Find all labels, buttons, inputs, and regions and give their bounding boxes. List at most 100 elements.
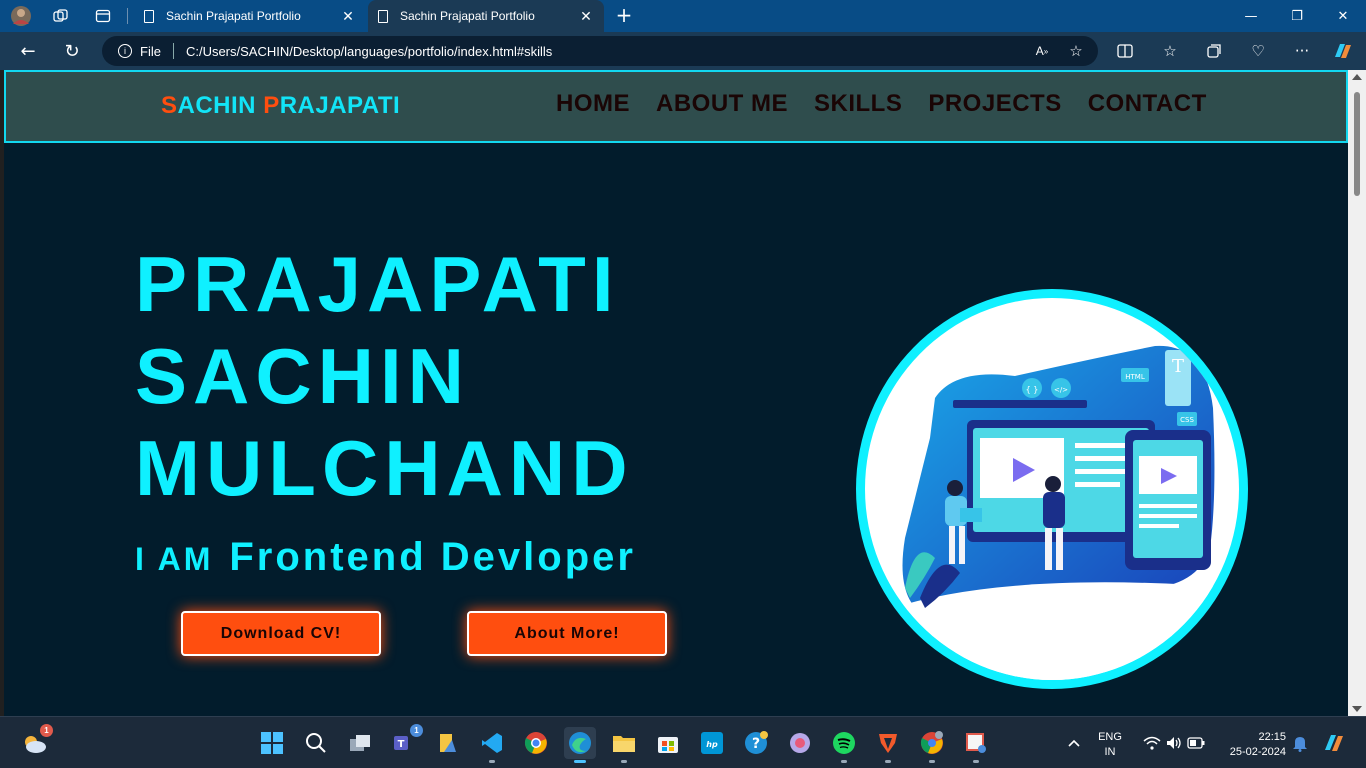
- copilot-preview-icon[interactable]: [1318, 727, 1350, 759]
- browser-tab-bar: Sachin Prajapati Portfolio ✕ Sachin Praj…: [0, 0, 1366, 32]
- clock-time: 22:15: [1258, 731, 1286, 743]
- workspaces-icon[interactable]: [48, 4, 74, 28]
- site-header: SACHIN PRAJAPATI HOME ABOUT ME SKILLS PR…: [4, 70, 1348, 143]
- myhp-icon[interactable]: hp: [696, 727, 728, 759]
- scroll-up-arrow-icon[interactable]: [1352, 74, 1362, 80]
- url-text[interactable]: C:/Users/SACHIN/Desktop/languages/portfo…: [186, 44, 1030, 59]
- profile-avatar-icon[interactable]: [8, 4, 34, 28]
- nav-link-projects[interactable]: PROJECTS: [928, 90, 1061, 118]
- new-tab-button[interactable]: +: [612, 4, 636, 28]
- svg-text:T: T: [398, 739, 405, 750]
- region-code: IN: [1104, 746, 1116, 758]
- weather-badge: 1: [40, 724, 53, 737]
- close-tab-icon[interactable]: ✕: [340, 8, 356, 25]
- tab-divider: [127, 8, 128, 24]
- tab-portfolio-2[interactable]: Sachin Prajapati Portfolio ✕: [368, 0, 604, 32]
- art-html-label: HTML: [1125, 373, 1145, 381]
- hero-role: I AM Frontend Devloper: [135, 535, 636, 580]
- nav-link-home[interactable]: HOME: [556, 90, 630, 118]
- close-window-button[interactable]: ✕: [1320, 0, 1366, 32]
- teams-icon[interactable]: T 1: [388, 724, 423, 759]
- running-indicator: [929, 760, 935, 763]
- favorites-icon[interactable]: ☆: [1157, 39, 1183, 63]
- input-language[interactable]: ENG IN: [1092, 730, 1128, 760]
- nav-link-contact[interactable]: CONTACT: [1088, 90, 1207, 118]
- copilot-icon[interactable]: [1330, 39, 1356, 63]
- hero-illustration: T HTML CSS { } </>: [856, 289, 1248, 689]
- running-indicator: [973, 760, 979, 763]
- developer-illustration: T HTML CSS { } </>: [865, 345, 1239, 680]
- task-view-icon[interactable]: [344, 727, 376, 759]
- show-hidden-icons-chevron-icon[interactable]: [1058, 727, 1090, 759]
- brand-first-name: ACHIN: [177, 92, 264, 119]
- art-text-t: T: [1172, 356, 1184, 377]
- nav-link-about[interactable]: ABOUT ME: [656, 90, 788, 118]
- minimize-button[interactable]: —: [1228, 0, 1274, 32]
- windows-taskbar: 1 T 1 hp ? ENG IN 22:15 25-02-2024: [0, 716, 1366, 768]
- search-icon[interactable]: [300, 727, 332, 759]
- scroll-down-arrow-icon[interactable]: [1352, 706, 1362, 712]
- start-button-icon[interactable]: [256, 727, 288, 759]
- hero-name: PRAJAPATI SACHIN MULCHAND: [135, 238, 634, 514]
- art-code-label: </>: [1054, 386, 1068, 394]
- chrome-profile-icon[interactable]: [916, 727, 948, 763]
- page-viewport: SACHIN PRAJAPATI HOME ABOUT ME SKILLS PR…: [4, 70, 1348, 716]
- weather-widget-icon[interactable]: 1: [18, 724, 53, 759]
- scrollbar-thumb[interactable]: [1354, 92, 1360, 196]
- refresh-icon[interactable]: ↻: [58, 38, 86, 64]
- tab-actions-icon[interactable]: [90, 4, 116, 28]
- site-logo[interactable]: SACHIN PRAJAPATI: [161, 92, 400, 120]
- language-code: ENG: [1098, 731, 1122, 743]
- snipping-tool-icon[interactable]: [960, 727, 992, 763]
- restore-button[interactable]: ❐: [1274, 0, 1320, 32]
- brand-initial-p: P: [263, 92, 280, 119]
- edge-icon[interactable]: [564, 727, 596, 763]
- nav-link-skills[interactable]: SKILLS: [814, 90, 902, 118]
- favorite-star-icon[interactable]: ☆: [1064, 39, 1088, 63]
- read-aloud-icon[interactable]: A»: [1030, 39, 1054, 63]
- vscode-icon[interactable]: [476, 727, 508, 763]
- get-help-icon[interactable]: ?: [740, 727, 772, 759]
- file-explorer-files-icon[interactable]: [432, 727, 464, 759]
- svg-text:?: ?: [752, 736, 760, 752]
- running-indicator: [885, 760, 891, 763]
- brand-initial-s: S: [161, 92, 178, 119]
- brave-icon[interactable]: [872, 727, 904, 763]
- download-cv-button[interactable]: Download CV!: [181, 611, 381, 656]
- tab-portfolio-1[interactable]: Sachin Prajapati Portfolio ✕: [134, 0, 366, 32]
- tab-label: Sachin Prajapati Portfolio: [400, 9, 535, 23]
- file-explorer-icon[interactable]: [608, 727, 640, 763]
- running-indicator: [621, 760, 627, 763]
- clock[interactable]: 22:15 25-02-2024: [1218, 730, 1286, 760]
- document-icon: [378, 9, 388, 23]
- chrome-icon[interactable]: [520, 727, 552, 759]
- role-prefix: I AM: [135, 541, 214, 577]
- active-indicator: [574, 760, 586, 763]
- notifications-bell-icon[interactable]: [1284, 727, 1316, 759]
- tab-label: Sachin Prajapati Portfolio: [166, 9, 301, 23]
- address-field[interactable]: i File C:/Users/SACHIN/Desktop/languages…: [102, 36, 1098, 66]
- page-scrollbar[interactable]: [1348, 70, 1366, 716]
- omnibox-divider: [172, 43, 174, 59]
- info-icon[interactable]: i: [118, 44, 132, 58]
- about-more-button[interactable]: About More!: [467, 611, 667, 656]
- svg-text:hp: hp: [706, 740, 718, 749]
- document-icon: [144, 9, 154, 23]
- hero-name-line: PRAJAPATI: [135, 240, 620, 328]
- split-screen-icon[interactable]: [1112, 39, 1138, 63]
- microsoft-store-icon[interactable]: [652, 727, 684, 759]
- site-nav-links: HOME ABOUT ME SKILLS PROJECTS CONTACT: [556, 90, 1207, 118]
- settings-more-icon[interactable]: ···: [1289, 39, 1315, 63]
- brand-last-name: RAJAPATI: [279, 92, 401, 119]
- browser-essentials-icon[interactable]: ♡: [1245, 39, 1271, 63]
- running-indicator: [489, 760, 495, 763]
- back-arrow-icon[interactable]: ←: [14, 38, 42, 64]
- collections-icon[interactable]: [1201, 39, 1227, 63]
- copilot-app-icon[interactable]: [784, 727, 816, 759]
- hero-name-line: SACHIN: [135, 332, 471, 420]
- spotify-icon[interactable]: [828, 727, 860, 763]
- battery-icon[interactable]: [1180, 727, 1212, 759]
- role-title: Frontend Devloper: [229, 535, 636, 579]
- close-tab-icon[interactable]: ✕: [578, 8, 594, 25]
- running-indicator: [841, 760, 847, 763]
